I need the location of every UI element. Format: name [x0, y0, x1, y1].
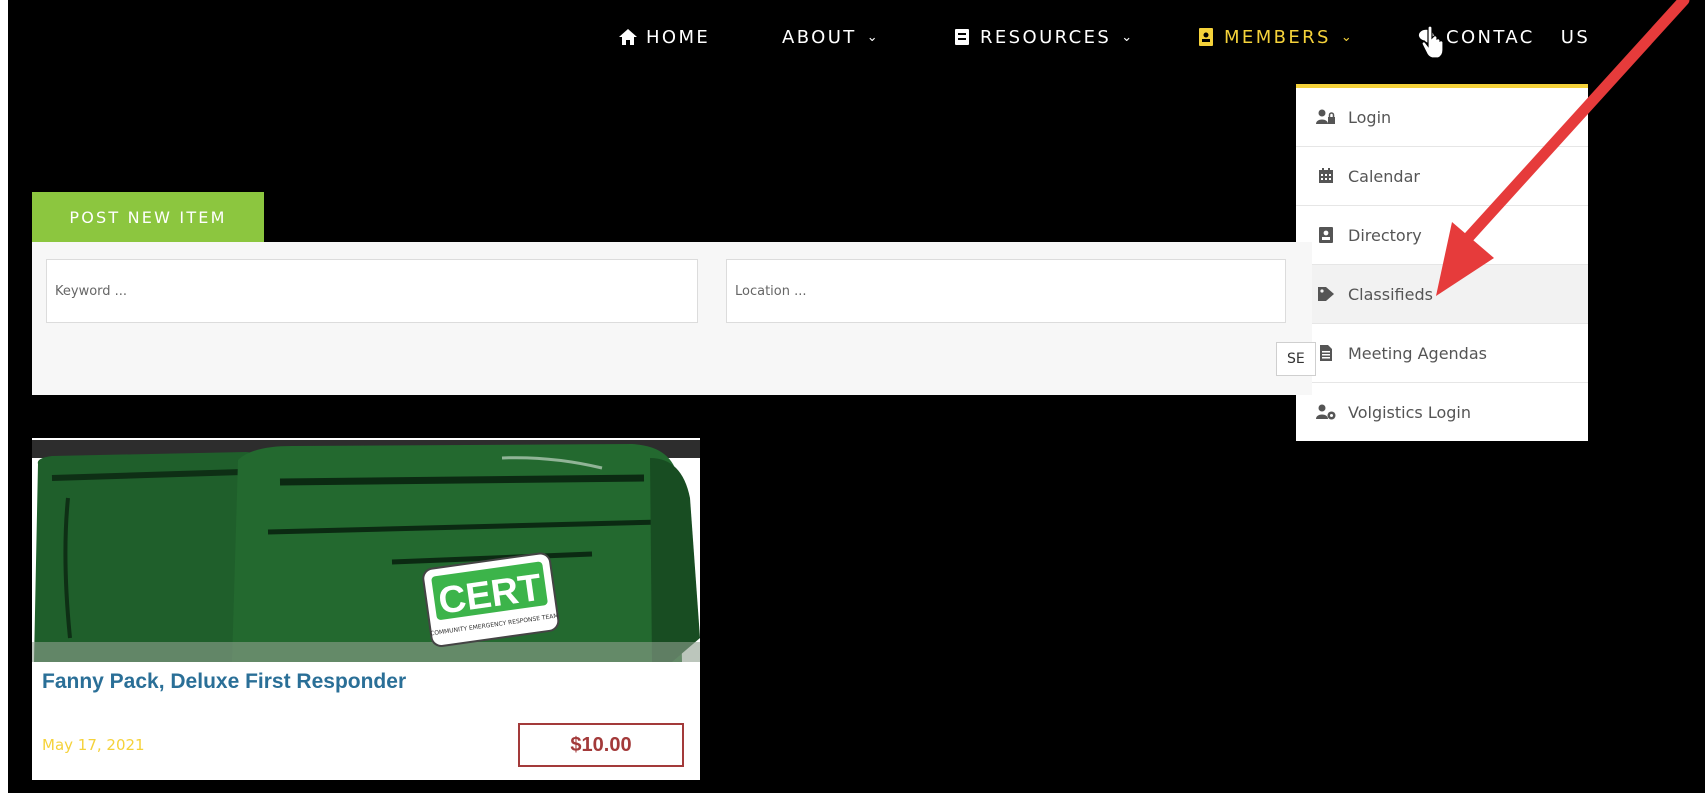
location-input[interactable]	[726, 259, 1286, 323]
user-lock-icon	[1316, 108, 1336, 126]
menu-item-meeting-agendas[interactable]: Meeting Agendas	[1296, 324, 1588, 383]
menu-item-classifieds[interactable]: Classifieds	[1296, 265, 1588, 324]
nav-about-label: ABOUT	[782, 26, 857, 48]
menu-item-volgistics-login[interactable]: Volgistics Login	[1296, 383, 1588, 441]
chevron-down-icon: ⌄	[1340, 29, 1352, 45]
members-dropdown-menu: Login Calendar Directory Classifieds Mee…	[1296, 84, 1588, 441]
book-icon	[952, 27, 972, 47]
keyword-input[interactable]	[46, 259, 698, 323]
menu-item-calendar[interactable]: Calendar	[1296, 147, 1588, 206]
nav-home-label: HOME	[646, 26, 711, 48]
menu-item-label: Volgistics Login	[1348, 402, 1471, 422]
nav-contact[interactable]: CONTAC US	[1418, 23, 1590, 51]
tag-icon	[1316, 285, 1336, 303]
menu-item-login[interactable]: Login	[1296, 88, 1588, 147]
nav-members-label: MEMBERS	[1224, 26, 1331, 48]
calendar-icon	[1316, 167, 1336, 185]
nav-contact-label-end: US	[1560, 26, 1591, 48]
page-frame: HOME ABOUT ⌄ RESOURCES ⌄ MEMBERS ⌄ CONTA…	[0, 0, 1705, 793]
nav-resources-label: RESOURCES	[980, 26, 1112, 48]
menu-item-label: Directory	[1348, 225, 1422, 245]
nav-members[interactable]: MEMBERS ⌄	[1196, 23, 1352, 51]
classified-listing-card: CERT COMMUNITY EMERGENCY RESPONSE TEAM F…	[32, 438, 700, 780]
chevron-down-icon: ⌄	[866, 29, 878, 45]
nav-home[interactable]: HOME	[618, 23, 710, 51]
address-book-icon	[1316, 226, 1336, 244]
search-button[interactable]: SE	[1276, 342, 1316, 376]
nav-resources[interactable]: RESOURCES ⌄	[952, 23, 1132, 51]
menu-item-label: Classifieds	[1348, 284, 1433, 304]
chat-icon	[1418, 27, 1438, 47]
classifieds-search-panel: SE	[32, 242, 1316, 395]
document-icon	[1316, 344, 1336, 362]
menu-item-label: Calendar	[1348, 166, 1420, 186]
post-new-item-button[interactable]: POST NEW ITEM	[32, 192, 264, 242]
main-nav: HOME ABOUT ⌄ RESOURCES ⌄ MEMBERS ⌄ CONTA…	[8, 0, 1705, 76]
listing-price-button[interactable]: $10.00	[518, 723, 684, 767]
chevron-down-icon: ⌄	[1121, 29, 1133, 45]
home-icon	[618, 27, 638, 47]
listing-title[interactable]: Fanny Pack, Deluxe First Responder	[42, 670, 406, 694]
user-gear-icon	[1316, 403, 1336, 421]
id-badge-icon	[1196, 27, 1216, 47]
menu-item-label: Meeting Agendas	[1348, 343, 1487, 363]
menu-item-label: Login	[1348, 107, 1392, 127]
menu-item-directory[interactable]: Directory	[1296, 206, 1588, 265]
nav-contact-label: CONTAC	[1446, 26, 1535, 48]
listing-date: May 17, 2021	[42, 736, 145, 754]
site-viewport: HOME ABOUT ⌄ RESOURCES ⌄ MEMBERS ⌄ CONTA…	[8, 0, 1705, 793]
nav-about[interactable]: ABOUT ⌄	[782, 23, 878, 51]
listing-image[interactable]: CERT COMMUNITY EMERGENCY RESPONSE TEAM	[32, 438, 700, 662]
fanny-pack-photo: CERT COMMUNITY EMERGENCY RESPONSE TEAM	[32, 438, 700, 662]
